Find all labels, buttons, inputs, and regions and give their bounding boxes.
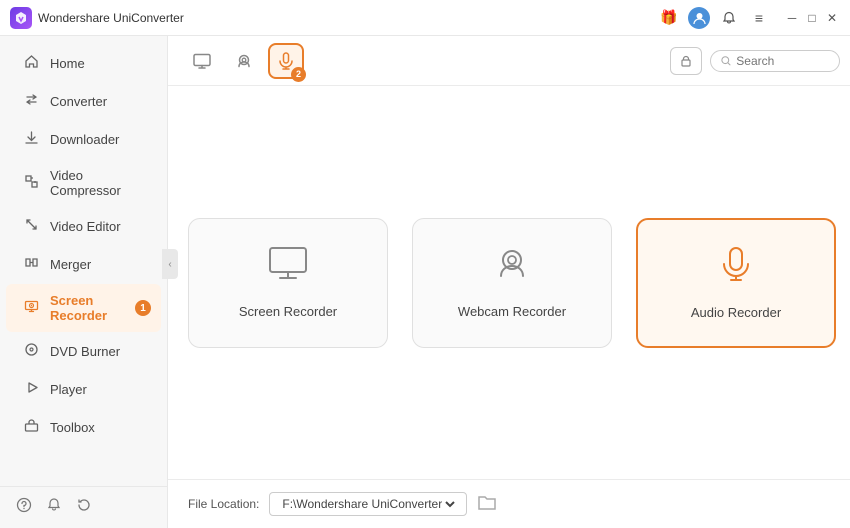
converter-icon	[22, 92, 40, 111]
title-bar-actions: 🎁 ≡ ─ □ ✕	[658, 7, 840, 29]
user-avatar[interactable]	[688, 7, 710, 29]
menu-icon[interactable]: ≡	[748, 7, 770, 29]
lock-button[interactable]	[670, 47, 702, 75]
sidebar-label-video-editor: Video Editor	[50, 219, 121, 234]
screen-recorder-card[interactable]: Screen Recorder	[188, 218, 388, 348]
sidebar-bottom	[0, 486, 167, 528]
compressor-icon	[22, 174, 40, 193]
sidebar-nav: Home Converter Downloader	[0, 36, 167, 486]
file-location-path[interactable]: F:\Wondershare UniConverter	[269, 492, 467, 516]
window-controls: ─ □ ✕	[784, 10, 840, 26]
player-icon	[22, 380, 40, 399]
main-content: 2	[168, 36, 850, 528]
sidebar-label-converter: Converter	[50, 94, 107, 109]
refresh-icon[interactable]	[76, 497, 92, 518]
sidebar-item-video-editor[interactable]: Video Editor	[6, 208, 161, 245]
tab-screen[interactable]	[184, 43, 220, 79]
folder-open-icon[interactable]	[477, 493, 497, 516]
logo-icon	[10, 7, 32, 29]
screen-recorder-card-icon	[267, 246, 309, 290]
file-location-bar: File Location: F:\Wondershare UniConvert…	[168, 479, 850, 528]
webcam-recorder-card-icon	[493, 246, 531, 290]
sidebar-item-home[interactable]: Home	[6, 45, 161, 82]
app-body: Home Converter Downloader	[0, 36, 850, 528]
screen-recorder-card-label: Screen Recorder	[239, 304, 337, 319]
maximize-button[interactable]: □	[804, 10, 820, 26]
search-icon	[721, 55, 731, 67]
sidebar-item-dvd-burner[interactable]: DVD Burner	[6, 333, 161, 370]
minimize-button[interactable]: ─	[784, 10, 800, 26]
title-bar: Wondershare UniConverter 🎁 ≡ ─ □ ✕	[0, 0, 850, 36]
search-input[interactable]	[736, 54, 829, 68]
search-box[interactable]	[710, 50, 840, 72]
sidebar: Home Converter Downloader	[0, 36, 168, 528]
help-icon[interactable]	[16, 497, 32, 518]
sidebar-item-converter[interactable]: Converter	[6, 83, 161, 120]
audio-recorder-card-icon	[717, 245, 755, 291]
search-area	[670, 47, 840, 75]
webcam-recorder-card-label: Webcam Recorder	[458, 304, 566, 319]
file-location-select[interactable]: F:\Wondershare UniConverter	[278, 496, 458, 512]
sidebar-label-screen-recorder: Screen Recorder	[50, 293, 145, 323]
sidebar-label-player: Player	[50, 382, 87, 397]
sidebar-label-toolbox: Toolbox	[50, 420, 95, 435]
dvd-burner-icon	[22, 342, 40, 361]
tab-audio[interactable]: 2	[268, 43, 304, 79]
home-icon	[22, 54, 40, 73]
sidebar-item-merger[interactable]: Merger	[6, 246, 161, 283]
sidebar-label-merger: Merger	[50, 257, 91, 272]
gift-icon[interactable]: 🎁	[658, 7, 680, 29]
toolbox-icon	[22, 418, 40, 437]
merger-icon	[22, 255, 40, 274]
file-location-label: File Location:	[188, 497, 259, 511]
sidebar-collapse-arrow[interactable]: ‹	[162, 249, 178, 279]
app-name: Wondershare UniConverter	[38, 11, 184, 25]
audio-recorder-card-label: Audio Recorder	[691, 305, 781, 320]
top-toolbar: 2	[168, 36, 850, 86]
sidebar-item-video-compressor[interactable]: Video Compressor	[6, 159, 161, 207]
sidebar-label-dvd-burner: DVD Burner	[50, 344, 120, 359]
downloader-icon	[22, 130, 40, 149]
audio-recorder-card[interactable]: Audio Recorder	[636, 218, 836, 348]
sidebar-label-video-compressor: Video Compressor	[50, 168, 145, 198]
bell-icon[interactable]	[718, 7, 740, 29]
recorder-cards: Screen Recorder Webcam Recorder	[188, 116, 836, 449]
sidebar-label-home: Home	[50, 56, 85, 71]
sidebar-item-toolbox[interactable]: Toolbox	[6, 409, 161, 446]
sidebar-item-player[interactable]: Player	[6, 371, 161, 408]
sidebar-item-downloader[interactable]: Downloader	[6, 121, 161, 158]
sidebar-item-screen-recorder[interactable]: Screen Recorder 1	[6, 284, 161, 332]
screen-recorder-badge: 1	[135, 300, 151, 316]
sidebar-label-downloader: Downloader	[50, 132, 119, 147]
close-button[interactable]: ✕	[824, 10, 840, 26]
tab-webcam[interactable]	[226, 43, 262, 79]
app-logo: Wondershare UniConverter	[10, 7, 184, 29]
content-area: Screen Recorder Webcam Recorder	[168, 86, 850, 479]
audio-tab-badge: 2	[291, 67, 306, 82]
webcam-recorder-card[interactable]: Webcam Recorder	[412, 218, 612, 348]
screen-recorder-icon	[22, 299, 40, 318]
video-editor-icon	[22, 217, 40, 236]
notification-icon[interactable]	[46, 497, 62, 518]
